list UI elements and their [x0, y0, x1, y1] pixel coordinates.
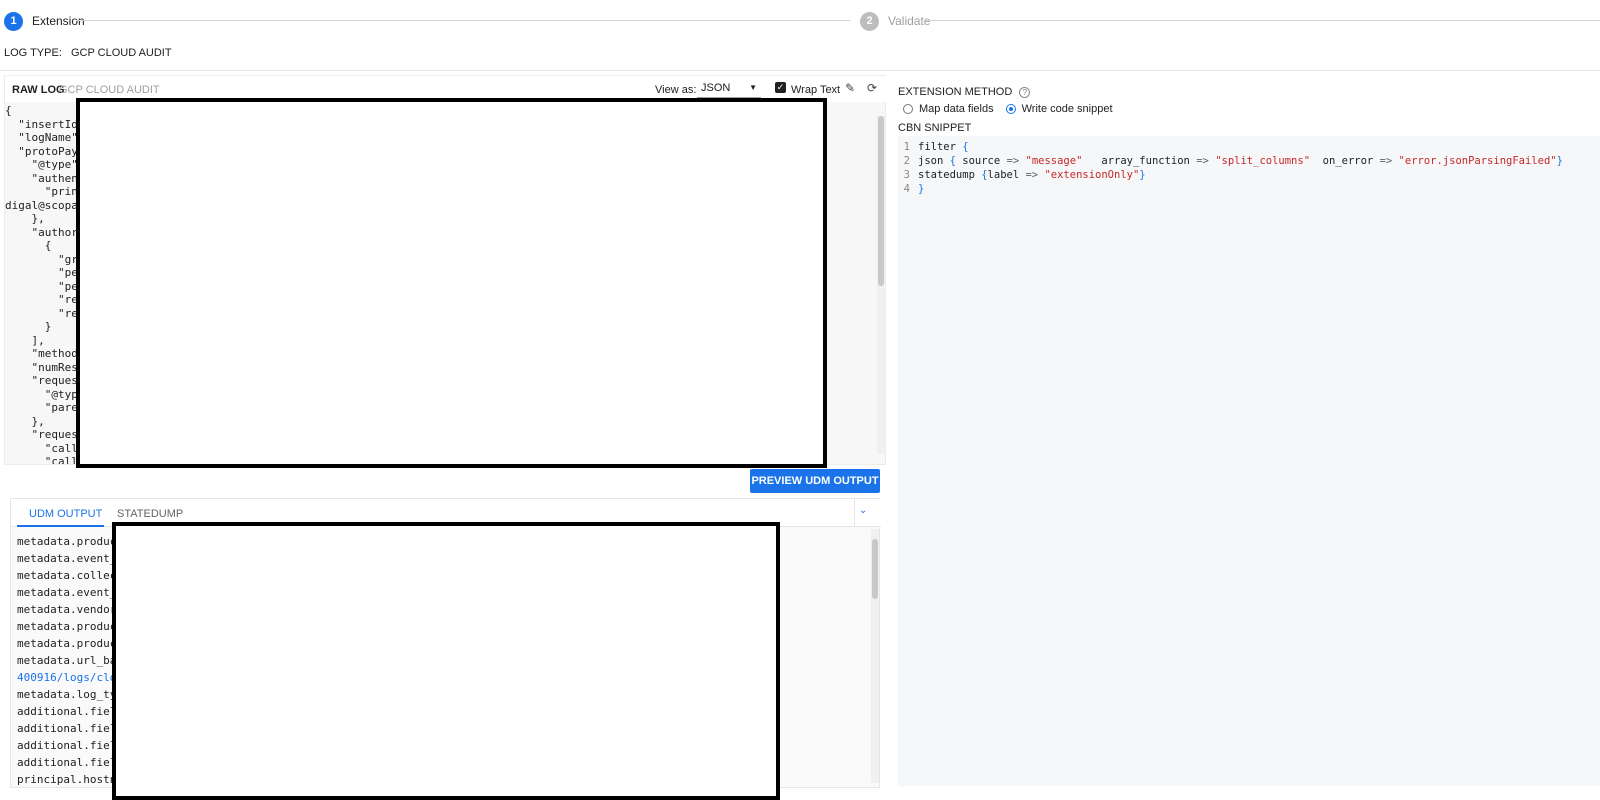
view-as-select[interactable]: JSON ▼ — [697, 80, 761, 98]
divider — [854, 499, 855, 527]
view-as-label: View as: — [655, 84, 697, 96]
refresh-icon[interactable]: ⟳ — [867, 81, 877, 95]
tab-statedump[interactable]: STATEDUMP — [117, 508, 183, 520]
step-number: 2 — [860, 11, 879, 31]
step-extension[interactable]: 1 Extension — [4, 11, 85, 31]
log-type-value: GCP CLOUD AUDIT — [70, 47, 172, 59]
code-line: 4} — [898, 182, 925, 196]
chevron-down-icon[interactable]: ⌄ — [859, 505, 867, 516]
radio-label[interactable]: Map data fields — [919, 103, 994, 115]
extension-method-options: Map data fields Write code snippet — [903, 103, 1113, 115]
log-type: LOG TYPE: GCP CLOUD AUDIT — [4, 47, 172, 59]
active-tab-indicator — [17, 525, 104, 527]
help-icon[interactable]: ? — [1019, 86, 1031, 98]
raw-log-scrollbar[interactable] — [877, 116, 885, 454]
step-label: Validate — [888, 14, 931, 28]
cbn-code-editor[interactable]: 1 filter {2 json { source => "message" arr… — [898, 136, 1600, 786]
step-validate[interactable]: 2 Validate — [860, 11, 930, 31]
step-connector — [76, 20, 850, 21]
code-line: 1 filter { — [898, 140, 969, 154]
redaction-box — [76, 98, 827, 468]
step-label: Extension — [32, 14, 85, 28]
radio-map-data-fields[interactable] — [903, 104, 913, 114]
log-type-label: LOG TYPE: — [4, 47, 62, 59]
step-connector — [924, 20, 1600, 21]
wrap-text-checkbox[interactable]: ✓ — [775, 82, 786, 93]
code-line: 3 statedump {label => "extensionOnly"} — [898, 168, 1146, 182]
line-number: 3 — [903, 169, 910, 181]
raw-log-title: RAW LOG — [12, 84, 65, 96]
view-as-value: JSON — [701, 82, 731, 94]
udm-scrollbar[interactable] — [871, 529, 879, 783]
extension-method: EXTENSION METHOD ? — [898, 86, 1031, 98]
stepper: 1 Extension 2 Validate — [0, 0, 1600, 42]
line-number: 4 — [903, 183, 910, 195]
wrap-text-label: Wrap Text — [791, 84, 841, 96]
line-number: 1 — [903, 141, 910, 153]
code-line: 2 json { source => "message" array_functi… — [898, 154, 1563, 168]
step-number: 1 — [4, 11, 23, 31]
pencil-icon[interactable]: ✎ — [845, 81, 855, 95]
caret-down-icon: ▼ — [749, 83, 757, 92]
radio-write-code-snippet[interactable] — [1005, 104, 1016, 114]
redaction-box — [112, 522, 780, 800]
scrollbar-thumb[interactable] — [872, 539, 878, 599]
line-number: 2 — [903, 155, 910, 167]
radio-label[interactable]: Write code snippet — [1022, 103, 1113, 115]
cbn-snippet-label: CBN SNIPPET — [898, 122, 972, 134]
divider — [0, 70, 1600, 71]
preview-udm-output-button[interactable]: PREVIEW UDM OUTPUT — [750, 469, 880, 493]
extension-method-label: EXTENSION METHOD — [898, 86, 1013, 98]
tab-udm-output[interactable]: UDM OUTPUT — [29, 508, 102, 520]
raw-log-subtitle: GCP CLOUD AUDIT — [59, 84, 160, 96]
scrollbar-thumb[interactable] — [878, 116, 884, 286]
